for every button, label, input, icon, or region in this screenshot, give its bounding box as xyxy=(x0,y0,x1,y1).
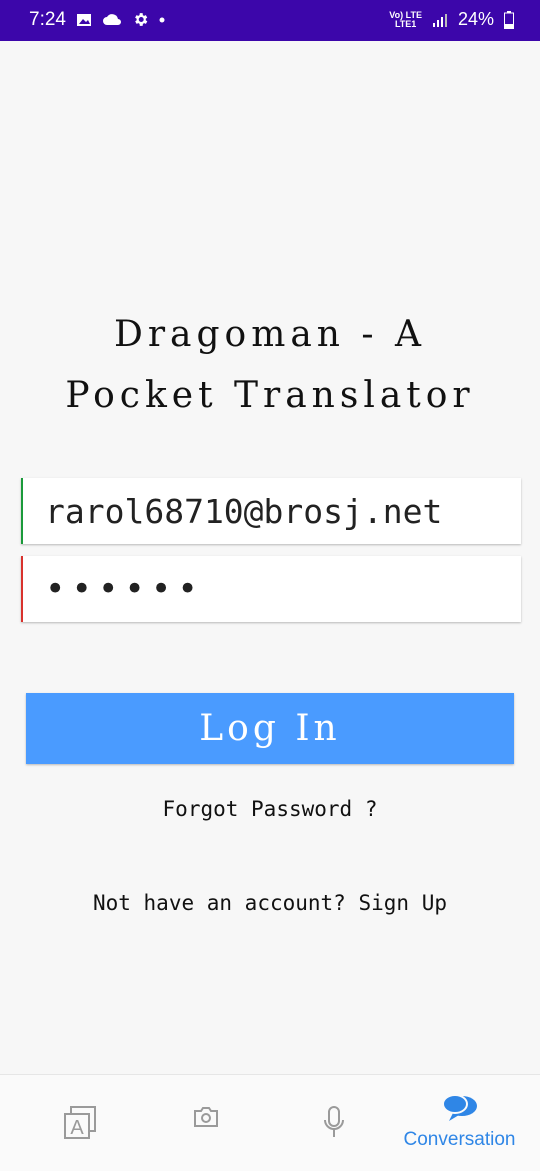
status-time: 7:24 xyxy=(29,9,66,30)
nav-text-translate[interactable]: A xyxy=(12,1075,147,1171)
nav-camera[interactable] xyxy=(138,1075,273,1171)
email-field[interactable] xyxy=(21,478,521,544)
status-right-icons: Vo) LTE LTE1 24% xyxy=(389,9,514,30)
app-title-line2: Pocket Translator xyxy=(65,375,475,416)
app-title-line1: Dragoman - A xyxy=(113,314,427,355)
bottom-nav: A Conversation xyxy=(0,1074,540,1171)
gallery-icon xyxy=(77,13,91,26)
email-input[interactable] xyxy=(23,478,521,544)
signup-link[interactable]: Sign Up xyxy=(359,891,448,915)
chat-bubbles-icon xyxy=(441,1094,477,1121)
dot-icon xyxy=(159,17,165,22)
signup-row: Not have an account? Sign Up xyxy=(0,891,540,915)
login-button[interactable]: Log In xyxy=(26,693,514,764)
gear-icon xyxy=(135,13,148,26)
forgot-password-link[interactable]: Forgot Password ? xyxy=(0,797,540,821)
svg-text:A: A xyxy=(70,1117,84,1139)
battery-percent: 24% xyxy=(457,9,494,29)
password-input[interactable] xyxy=(23,556,521,622)
signal-icon xyxy=(432,13,447,27)
password-field[interactable] xyxy=(21,556,521,622)
status-left-icons xyxy=(76,11,165,28)
microphone-icon xyxy=(323,1106,344,1137)
nav-conversation[interactable]: Conversation xyxy=(392,1075,527,1171)
cloud-icon xyxy=(103,13,121,25)
status-bar: 7:24 Vo) LTE LTE1 24% xyxy=(0,0,540,41)
nav-voice[interactable] xyxy=(266,1075,401,1171)
nav-conversation-label: Conversation xyxy=(403,1129,516,1150)
network-indicator: Vo) LTE LTE1 xyxy=(389,9,422,29)
app-title: Dragoman - A Pocket Translator xyxy=(0,304,540,426)
signup-prompt: Not have an account? xyxy=(92,891,346,915)
camera-icon xyxy=(193,1107,218,1127)
battery-icon xyxy=(504,10,514,29)
text-translate-icon: A xyxy=(63,1106,96,1139)
